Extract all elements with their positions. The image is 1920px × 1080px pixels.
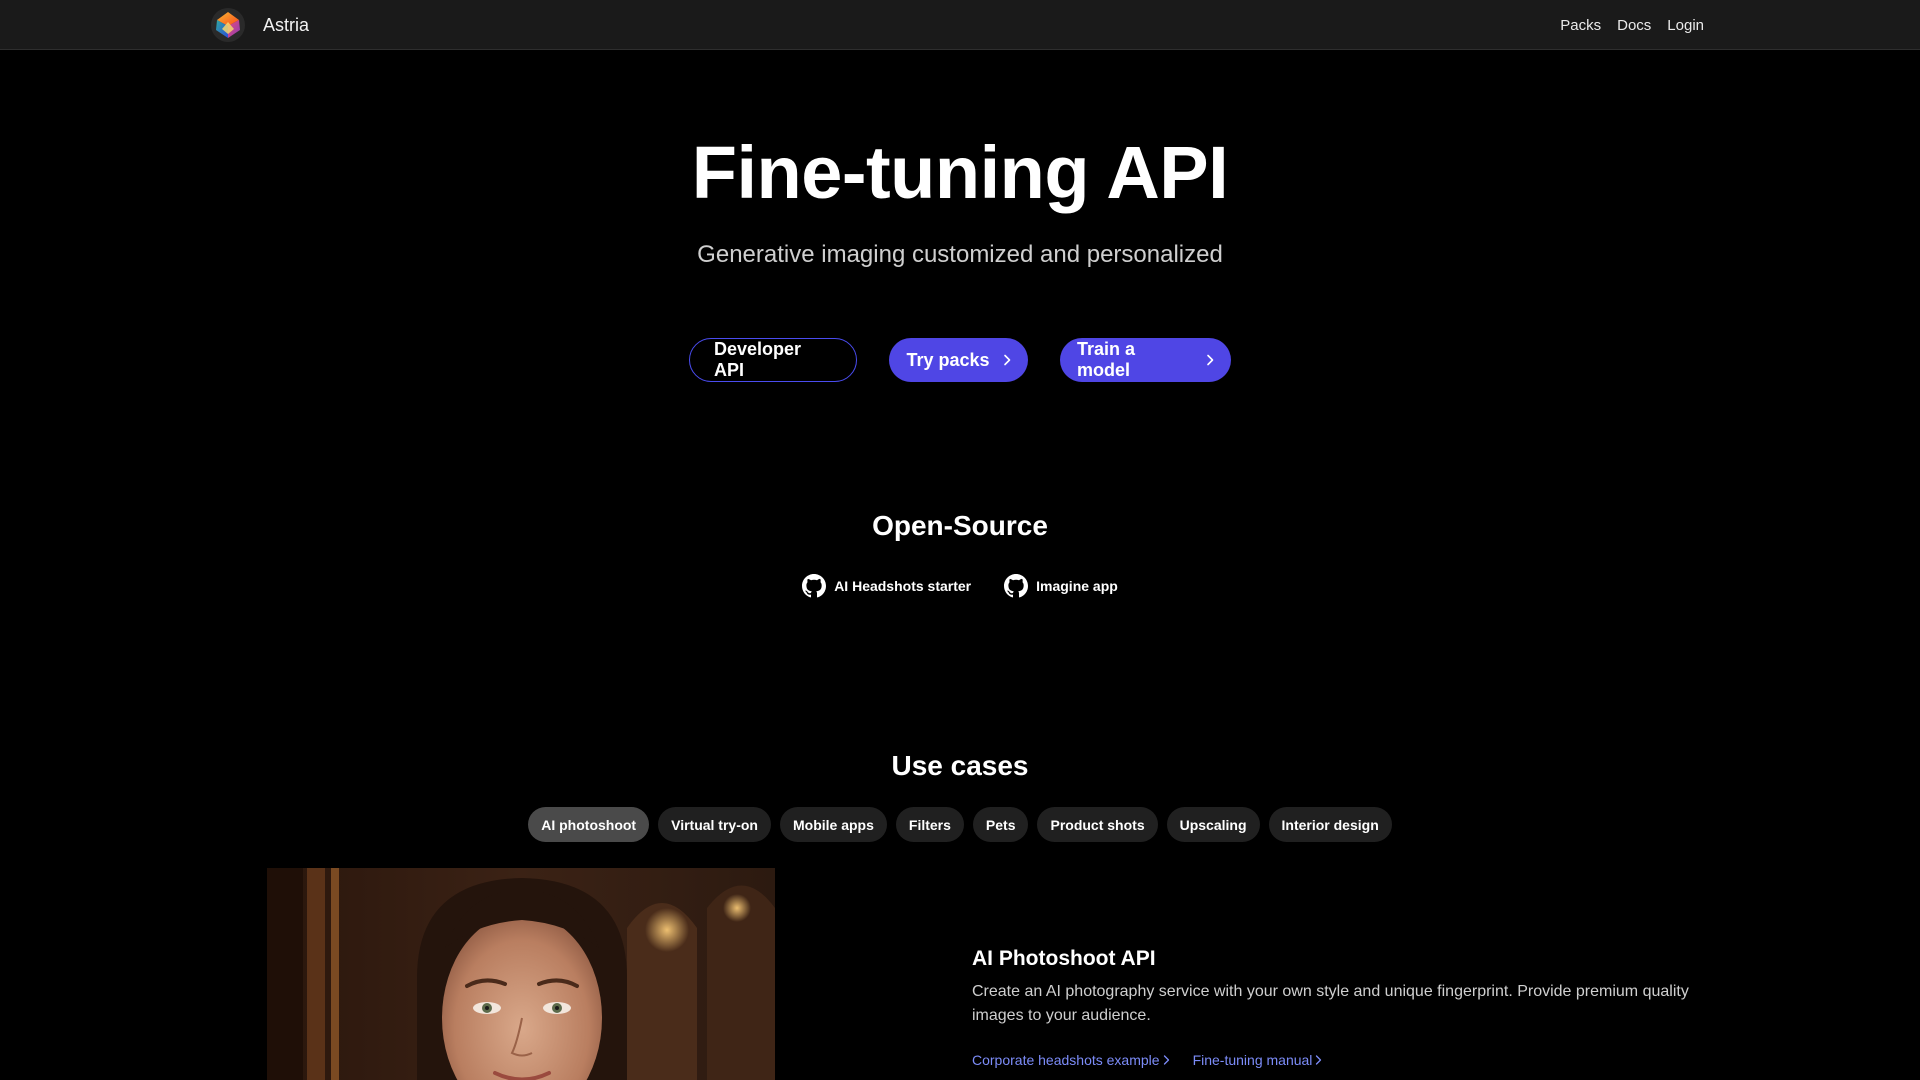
ai-headshots-starter-link[interactable]: AI Headshots starter [802,574,971,598]
fine-tuning-manual-label: Fine-tuning manual [1192,1052,1313,1068]
feature-title: AI Photoshoot API [972,947,1156,970]
imagine-app-label: Imagine app [1036,578,1118,594]
corporate-headshots-example-label: Corporate headshots example [972,1052,1160,1068]
chevron-right-icon [1163,1055,1169,1065]
tab-pets[interactable]: Pets [972,807,1029,842]
developer-api-button[interactable]: Developer API [689,338,857,382]
chevron-right-icon [1207,354,1214,366]
top-navbar: Astria Packs Docs Login [0,0,1920,50]
chevron-right-icon [1003,354,1010,366]
train-model-button[interactable]: Train a model [1060,338,1231,382]
tab-filters[interactable]: Filters [895,807,964,842]
developer-api-label: Developer API [714,339,802,380]
tab-product-shots[interactable]: Product shots [1037,807,1158,842]
ai-photoshoot-example-image [267,868,775,1080]
open-source-title: Open-Source [872,510,1048,541]
feature-links: Corporate headshots example Fine-tuning … [972,1052,1322,1068]
hero-cta-row: Developer API Try packs Train a model [0,338,1920,382]
use-cases-title: Use cases [891,750,1029,781]
tab-virtual-try-on[interactable]: Virtual try-on [658,807,771,842]
github-icon [1004,574,1029,598]
chevron-right-icon [1316,1055,1322,1065]
tab-upscaling[interactable]: Upscaling [1166,807,1260,842]
use-case-tabs: AI photoshoot Virtual try-on Mobile apps… [0,807,1920,842]
ai-headshots-starter-label: AI Headshots starter [834,578,972,594]
tab-ai-photoshoot[interactable]: AI photoshoot [528,807,650,842]
tab-mobile-apps[interactable]: Mobile apps [779,807,887,842]
nav-link-packs[interactable]: Packs [1560,17,1601,34]
nav-link-login[interactable]: Login [1667,17,1704,34]
imagine-app-link[interactable]: Imagine app [1004,574,1118,598]
github-icon [802,574,827,598]
hero-title: Fine-tuning API [691,131,1229,214]
try-packs-label: Try packs [906,349,990,370]
train-model-label: Train a model [1077,339,1136,380]
nav-links: Packs Docs Login [1560,0,1704,50]
try-packs-button[interactable]: Try packs [889,338,1028,382]
astria-logo-icon [211,8,245,42]
corporate-headshots-example-link[interactable]: Corporate headshots example [972,1052,1170,1068]
nav-link-docs[interactable]: Docs [1617,17,1651,34]
brand-home-link[interactable]: Astria [210,8,309,42]
hero-subtitle: Generative imaging customized and person… [697,241,1223,268]
brand-name: Astria [263,14,310,35]
tab-interior-design[interactable]: Interior design [1268,807,1392,842]
open-source-links: AI Headshots starter Imagine app [0,574,1920,598]
feature-description: Create an AI photography service with yo… [972,983,1689,1024]
fine-tuning-manual-link[interactable]: Fine-tuning manual [1193,1052,1323,1068]
